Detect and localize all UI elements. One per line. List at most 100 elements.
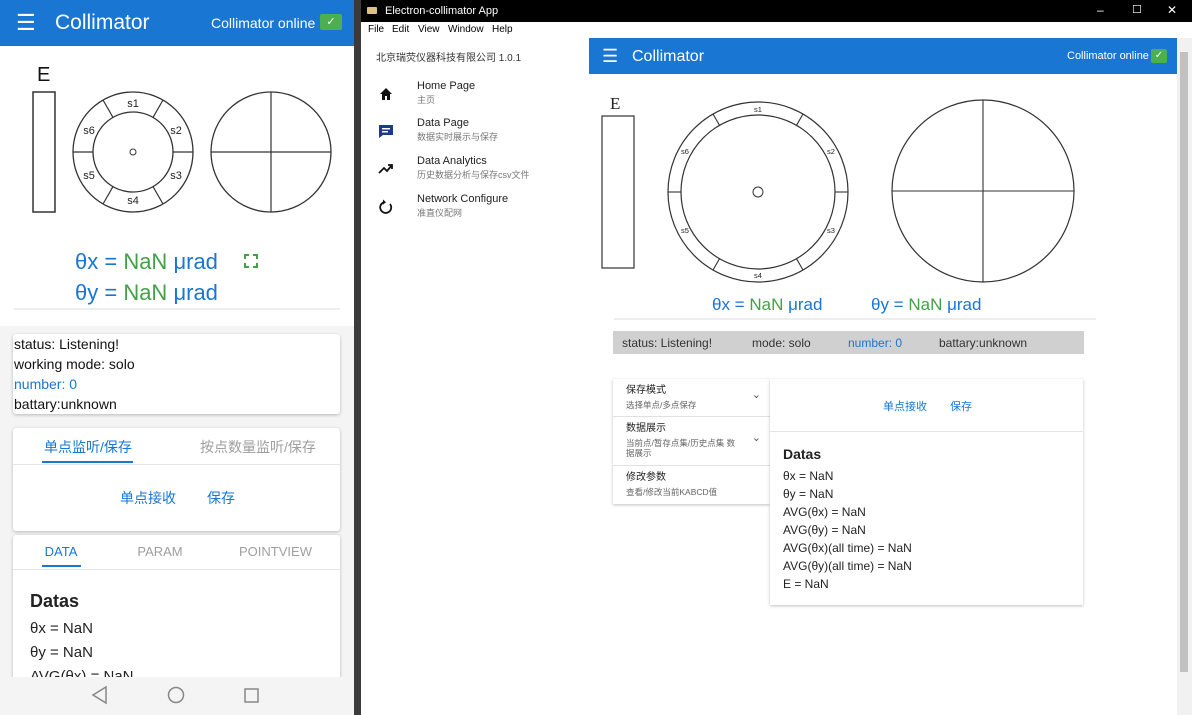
tab-single-point[interactable]: 单点监听/保存 — [33, 438, 143, 456]
home-icon — [377, 85, 395, 103]
save-button[interactable]: 保存 — [950, 398, 972, 414]
chat-icon — [377, 122, 395, 140]
menu-icon[interactable]: ☰ — [602, 46, 618, 66]
save-button[interactable]: 保存 — [201, 489, 241, 507]
tab-data[interactable]: DATA — [33, 543, 89, 561]
status-card: status: Listening! working mode: solo nu… — [13, 334, 340, 414]
sector-label-s4: s4 — [127, 195, 139, 207]
minimize-button[interactable]: – — [1097, 3, 1104, 17]
nav-item-network[interactable]: Network Configure 准直仪配网 — [361, 190, 589, 226]
mode-text: working mode: solo — [14, 356, 135, 372]
mode-text: mode: solo — [752, 336, 811, 350]
nav-label: Network Configure — [417, 193, 509, 205]
android-nav-bar — [0, 677, 354, 715]
data-line: AVG(θy) = NaN — [783, 523, 866, 537]
data-line: θx = NaN — [783, 469, 834, 483]
theta-x-value: NaN — [123, 249, 168, 274]
nav-label: Data Page — [417, 117, 469, 129]
chevron-down-icon[interactable]: ⌄ — [752, 388, 761, 401]
inner-ring — [680, 114, 836, 270]
window-title: Electron-collimator App — [385, 5, 499, 17]
panel-save-mode[interactable]: 保存模式 选择单点/多点保存 ⌄ — [613, 379, 770, 417]
company-label: 北京瑞荧仪器科技有限公司 1.0.1 — [376, 53, 522, 64]
maximize-button[interactable]: ☐ — [1132, 3, 1142, 16]
nav-sublabel: 数据实时展示与保存 — [417, 132, 499, 142]
inner-ring — [92, 111, 174, 193]
theta-y-value: NaN — [908, 295, 943, 314]
tab-indicator — [42, 461, 133, 463]
number-text: number: 0 — [848, 336, 903, 350]
single-receive-button[interactable]: 单点接收 — [113, 489, 183, 507]
home-nav-icon[interactable] — [167, 686, 185, 704]
datas-title: Datas — [783, 446, 822, 462]
theta-x-unit: μrad — [783, 295, 823, 314]
nav-item-analytics[interactable]: Data Analytics 历史数据分析与保存csv文件 — [361, 152, 589, 188]
menu-view[interactable]: View — [418, 24, 440, 35]
sector-label-s2: s2 — [170, 125, 182, 137]
sensor-card: E s1 s2 s3 s4 s5 s6 θx = NaN μrad θy = N… — [0, 46, 354, 326]
menu-window[interactable]: Window — [448, 24, 484, 35]
scrollbar-thumb[interactable] — [1180, 52, 1188, 672]
datas-card: 单点接收 保存 Datas θx = NaN θy = NaN AVG(θx) … — [770, 379, 1083, 605]
menu-file[interactable]: File — [368, 24, 384, 35]
back-icon[interactable] — [91, 685, 107, 705]
sector-label-s1: s1 — [127, 98, 139, 110]
menu-bar: File Edit View Window Help — [361, 22, 1192, 38]
nav-sublabel: 主页 — [417, 95, 436, 105]
data-line: θy = NaN — [783, 487, 834, 501]
data-line: AVG(θx) = NaN — [783, 505, 866, 519]
menu-help[interactable]: Help — [492, 24, 513, 35]
theta-y-readout: θy = NaN μrad — [871, 295, 981, 315]
battery-text: battary:unknown — [939, 336, 1028, 350]
status-text: status: Listening! — [622, 336, 713, 350]
theta-x-unit: μrad — [167, 249, 218, 274]
nav-sublabel: 准直仪配网 — [417, 208, 463, 218]
nav-item-home[interactable]: Home Page 主页 — [361, 77, 589, 113]
panel-edit-params[interactable]: 修改参数 查看/修改当前KABCD值 — [613, 466, 770, 503]
chevron-down-icon[interactable]: ⌄ — [752, 431, 761, 444]
nav-item-data[interactable]: Data Page 数据实时展示与保存 — [361, 114, 589, 150]
sector-label-s3: s3 — [827, 226, 835, 235]
sector-label-s5: s5 — [83, 170, 95, 182]
single-receive-button[interactable]: 单点接收 — [883, 398, 927, 414]
theta-y-unit: μrad — [167, 280, 218, 305]
tab-count-points[interactable]: 按点数量监听/保存 — [183, 438, 333, 456]
panel-title: 保存模式 — [626, 385, 666, 396]
theta-x-readout: θx = NaN μrad — [75, 249, 218, 275]
app-bar: ☰ Collimator Collimator online ✓ — [589, 38, 1177, 74]
panel-data-display[interactable]: 数据展示 当前点/暂存点集/历史点集 数据展示 ⌄ — [613, 417, 770, 466]
tab-pointview[interactable]: POINTVIEW — [233, 543, 318, 561]
menu-edit[interactable]: Edit — [392, 24, 409, 35]
menu-icon[interactable]: ☰ — [16, 11, 36, 35]
status-bar: status: Listening! mode: solo number: 0 … — [613, 331, 1084, 354]
sector-label-s5: s5 — [681, 226, 689, 235]
sector-label-s6: s6 — [681, 147, 689, 156]
data-line: AVG(θy)(all time) = NaN — [783, 559, 912, 573]
status-text: status: Listening! — [14, 336, 120, 352]
refresh-icon — [377, 198, 395, 216]
e-bar — [601, 115, 635, 269]
theta-x-readout: θx = NaN μrad — [712, 295, 822, 315]
close-button[interactable]: ✕ — [1167, 3, 1177, 17]
theta-y-value: NaN — [123, 280, 168, 305]
center-dot — [752, 186, 764, 198]
online-status-label: Collimator online — [211, 15, 316, 31]
data-line: AVG(θx)(all time) = NaN — [783, 541, 912, 555]
fullscreen-icon[interactable] — [244, 254, 258, 268]
app-title: Collimator — [632, 48, 705, 65]
data-line: θy = NaN — [30, 644, 93, 661]
app-icon — [367, 7, 377, 14]
online-status-label: Collimator online — [1067, 50, 1149, 62]
check-icon: ✓ — [1151, 49, 1167, 63]
check-icon: ✓ — [320, 14, 342, 30]
center-dot — [129, 148, 137, 156]
sector-label-s4: s4 — [754, 271, 762, 280]
tab-param[interactable]: PARAM — [130, 543, 190, 561]
tab-indicator — [42, 565, 81, 567]
recents-icon[interactable] — [244, 688, 259, 703]
nav-sublabel: 历史数据分析与保存csv文件 — [417, 170, 530, 180]
sector-label-s3: s3 — [170, 170, 182, 182]
scrollbar[interactable] — [1177, 38, 1192, 715]
theta-x-value: NaN — [749, 295, 784, 314]
theta-y-label: θy = — [871, 295, 909, 314]
